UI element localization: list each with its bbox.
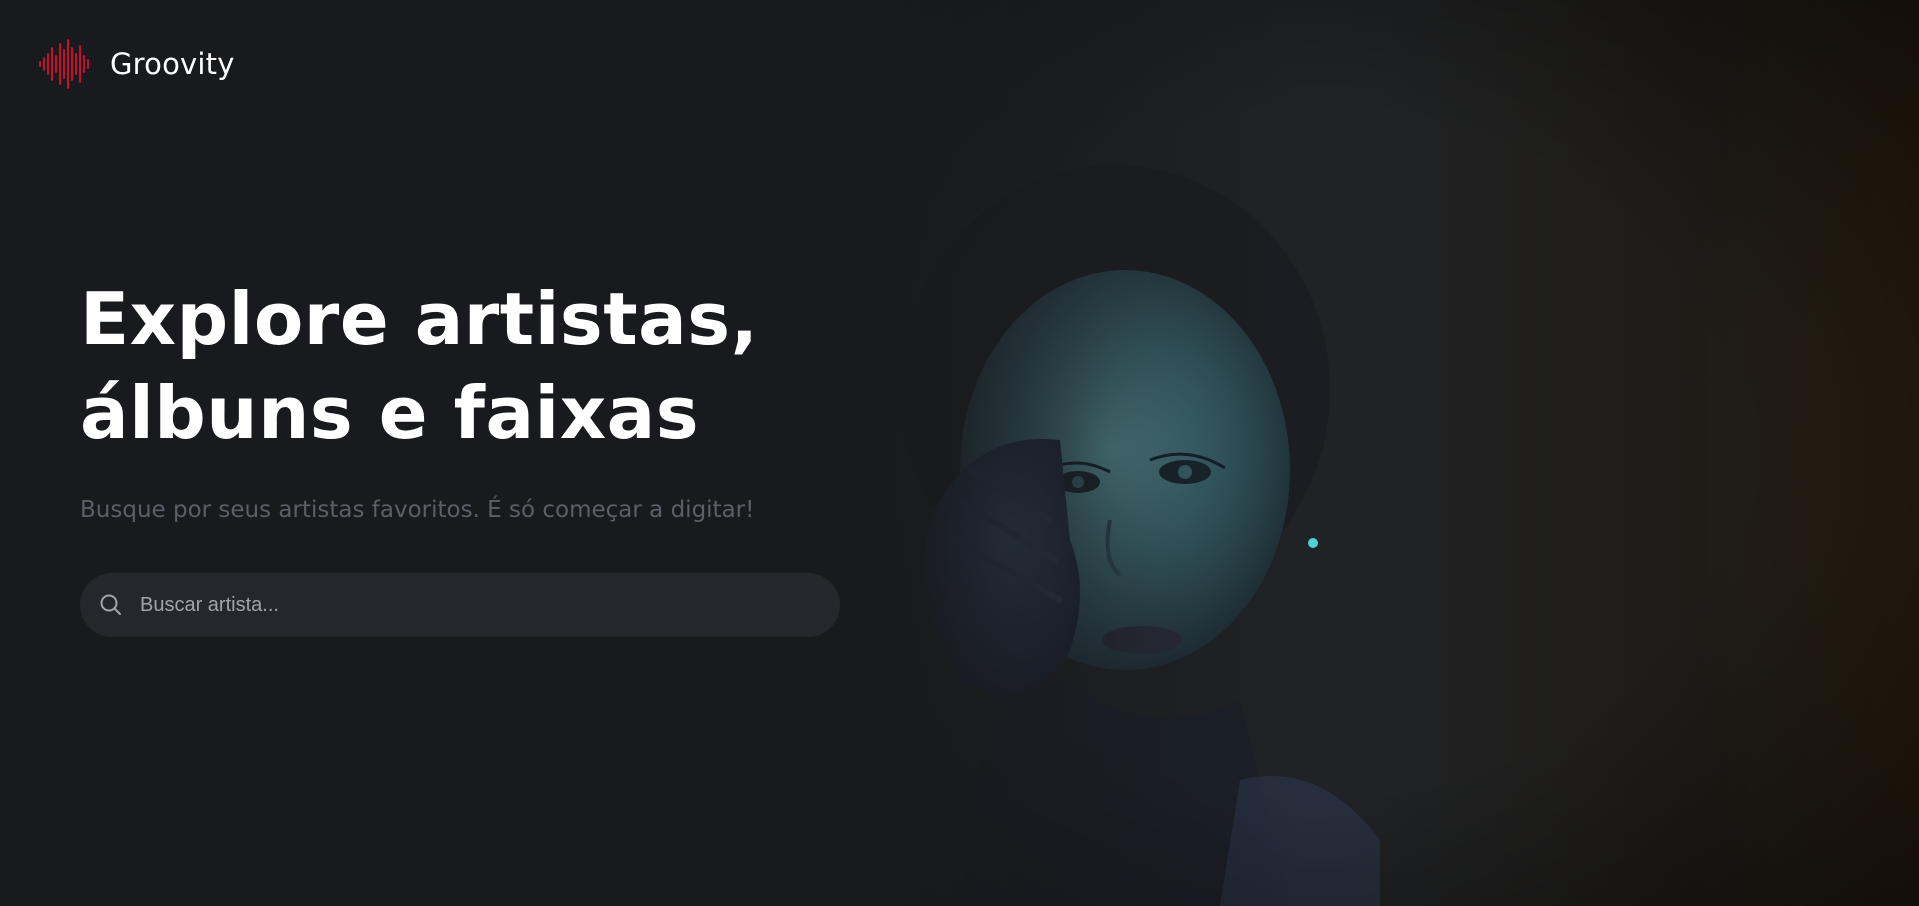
hero-headline: Explore artistas, álbuns e faixas bbox=[80, 272, 758, 460]
hero-subtitle: Busque por seus artistas favoritos. É só… bbox=[80, 497, 755, 523]
search-input[interactable] bbox=[140, 573, 840, 637]
logo[interactable]: Groovity bbox=[38, 36, 235, 92]
logo-text: Groovity bbox=[110, 47, 235, 81]
headline-line-1: Explore artistas, bbox=[80, 277, 759, 361]
search-bar[interactable] bbox=[80, 573, 840, 637]
hero-artist-photo bbox=[820, 0, 1919, 906]
search-icon bbox=[100, 594, 121, 615]
headline-line-2: álbuns e faixas bbox=[80, 371, 700, 455]
sound-wave-icon bbox=[39, 39, 89, 89]
